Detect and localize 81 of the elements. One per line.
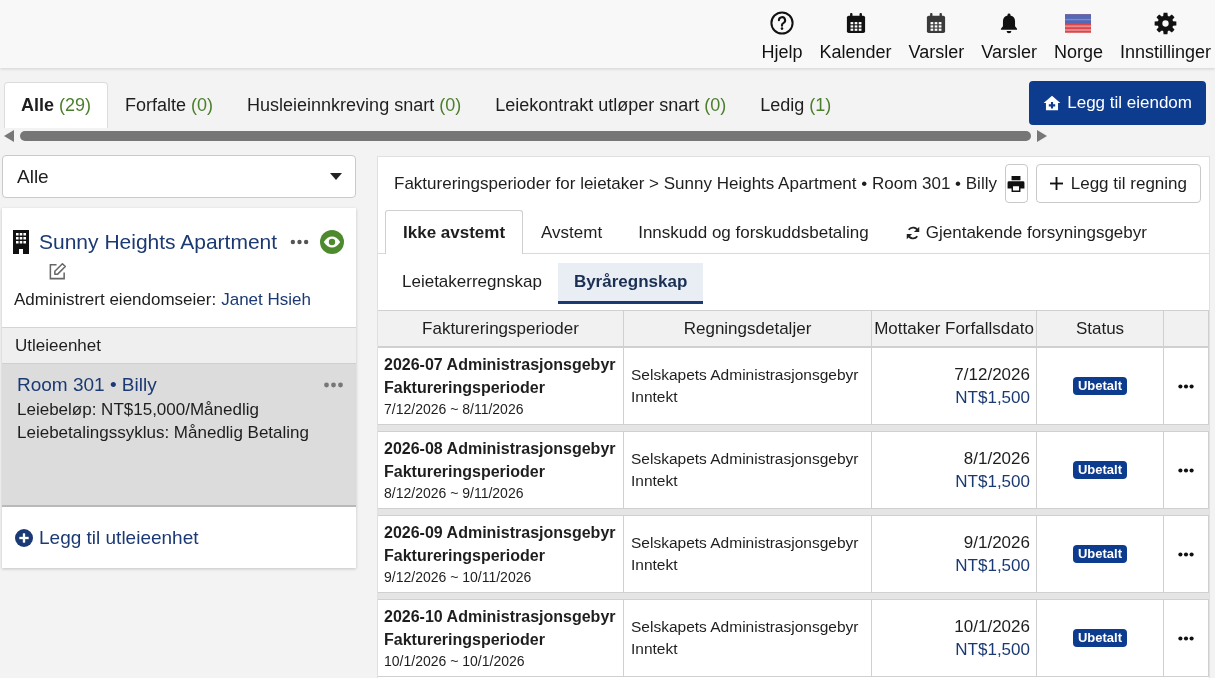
column-header: Regningsdetaljer bbox=[624, 310, 872, 347]
status-badge: Ubetalt bbox=[1072, 461, 1128, 479]
property-title[interactable]: Sunny Heights Apartment bbox=[39, 230, 278, 254]
bill-tab[interactable]: Ikke avstemt bbox=[385, 210, 524, 254]
breadcrumb: Faktureringsperioder for leietaker > Sunny Heights Apartment • Room 301 • Billy bbox=[394, 173, 997, 194]
ledger-tab[interactable]: Byråregnskap bbox=[557, 263, 704, 304]
payment-cycle: Leiebetalingssyklus: Månedlig Betaling bbox=[17, 422, 310, 444]
unit-name[interactable]: Room 301 • Billy bbox=[17, 374, 157, 396]
period-dates: 9/12/2026 ~ 10/11/2026 bbox=[384, 568, 533, 587]
due-date: 10/1/2026 bbox=[954, 616, 1030, 638]
column-header: Status bbox=[1037, 310, 1164, 347]
help-button[interactable]: Hjelp bbox=[761, 10, 803, 63]
calendar-button[interactable]: Kalender bbox=[819, 10, 892, 63]
add-property-button[interactable]: Legg til eiendom bbox=[1029, 81, 1206, 125]
status-badge: Ubetalt bbox=[1072, 545, 1128, 563]
owner-label: Administrert eiendomseier: bbox=[14, 289, 217, 311]
column-header: Faktureringsperioder bbox=[378, 310, 624, 347]
add-unit-link[interactable]: Legg til utleieenhet bbox=[15, 526, 199, 549]
filter-tab[interactable]: Ledig (1) bbox=[743, 82, 849, 128]
filter-tab[interactable]: Husleieinnkreving snart (0) bbox=[230, 82, 479, 128]
period-dates: 10/1/2026 ~ 10/1/2026 bbox=[384, 652, 526, 671]
plus-icon bbox=[1049, 177, 1063, 190]
filter-tab[interactable]: Forfalte (0) bbox=[108, 82, 231, 128]
scroll-right-icon[interactable] bbox=[1037, 130, 1047, 142]
table-cell: Selskapets Administrasjonsgebyr Inntekt bbox=[624, 599, 872, 677]
amount: NT$1,500 bbox=[955, 471, 1030, 493]
more-icon[interactable] bbox=[1178, 467, 1194, 473]
more-icon[interactable] bbox=[290, 239, 310, 245]
due-date: 7/12/2026 bbox=[954, 364, 1030, 386]
more-icon[interactable] bbox=[1178, 551, 1194, 557]
period-title: 2026-10 Administrasjonsgebyr Faktureringsperioder bbox=[384, 607, 617, 650]
amount: NT$1,500 bbox=[955, 387, 1030, 409]
filter-tab[interactable]: Leiekontrakt utløper snart (0) bbox=[478, 82, 744, 128]
amount: NT$1,500 bbox=[955, 639, 1030, 661]
table-cell: Selskapets Administrasjonsgebyr Inntekt bbox=[624, 431, 872, 509]
notifications-button[interactable]: Varsler bbox=[981, 10, 1037, 63]
status-badge: Ubetalt bbox=[1072, 377, 1128, 395]
add-bill-button[interactable]: Legg til regning bbox=[1035, 164, 1201, 203]
owner-link[interactable]: Janet Hsieh bbox=[221, 289, 311, 311]
print-button[interactable] bbox=[1004, 164, 1028, 203]
printer-icon bbox=[1007, 175, 1026, 192]
period-dates: 8/12/2026 ~ 9/11/2026 bbox=[384, 484, 525, 503]
more-icon[interactable] bbox=[1178, 383, 1194, 389]
caret-icon bbox=[330, 173, 342, 180]
calendar-icon bbox=[926, 12, 947, 34]
period-dates: 7/12/2026 ~ 8/11/2026 bbox=[384, 400, 525, 419]
property-filter-select[interactable]: Alle bbox=[2, 155, 356, 198]
status-badge: Ubetalt bbox=[1072, 629, 1128, 647]
rental-unit[interactable]: Room 301 • Billy Leiebeløp: NT$15,000/Månedlig Leiebetalingssyklus: Månedlig Betaling bbox=[2, 364, 356, 507]
edit-icon[interactable] bbox=[48, 262, 67, 281]
eye-icon[interactable] bbox=[320, 230, 344, 254]
more-icon[interactable] bbox=[1178, 635, 1194, 641]
flag-icon bbox=[1065, 13, 1092, 33]
plus-circle-icon bbox=[15, 528, 33, 547]
alerts-button[interactable]: Varsler bbox=[908, 10, 965, 63]
settings-button[interactable]: Innstillinger bbox=[1119, 10, 1211, 63]
house-plus-icon bbox=[1043, 95, 1062, 111]
scrollbar-thumb[interactable] bbox=[20, 131, 1031, 141]
table-cell: Selskapets Administrasjonsgebyr Inntekt bbox=[624, 347, 872, 425]
rent-amount: Leiebeløp: NT$15,000/Månedlig bbox=[17, 399, 260, 421]
due-date: 8/1/2026 bbox=[963, 448, 1030, 470]
column-header: Mottaker Forfallsdato bbox=[872, 310, 1037, 347]
refresh-icon bbox=[904, 225, 921, 241]
scroll-left-icon[interactable] bbox=[4, 130, 14, 142]
bill-tab[interactable]: Avstemt bbox=[523, 211, 621, 254]
table-cell: Selskapets Administrasjonsgebyr Inntekt bbox=[624, 515, 872, 593]
building-icon bbox=[12, 230, 30, 254]
language-button[interactable]: Norge bbox=[1053, 10, 1103, 63]
bill-tab[interactable]: Innskudd og forskuddsbetaling bbox=[620, 211, 887, 254]
ledger-tab[interactable]: Leietakerregnskap bbox=[386, 263, 558, 304]
calendar-icon bbox=[845, 12, 866, 34]
filter-tab[interactable]: Alle (29) bbox=[4, 82, 109, 128]
help-icon bbox=[769, 11, 794, 35]
period-title: 2026-07 Administrasjonsgebyr Faktureringsperioder bbox=[384, 355, 617, 398]
bill-tab[interactable]: Gjentakende forsyningsgebyr bbox=[886, 211, 1165, 254]
period-title: 2026-08 Administrasjonsgebyr Faktureringsperioder bbox=[384, 439, 617, 482]
settings-icon bbox=[1153, 11, 1177, 35]
period-title: 2026-09 Administrasjonsgebyr Faktureringsperioder bbox=[384, 523, 617, 566]
due-date: 9/1/2026 bbox=[963, 532, 1030, 554]
amount: NT$1,500 bbox=[955, 555, 1030, 577]
section-heading: Utleieenhet bbox=[2, 327, 356, 364]
